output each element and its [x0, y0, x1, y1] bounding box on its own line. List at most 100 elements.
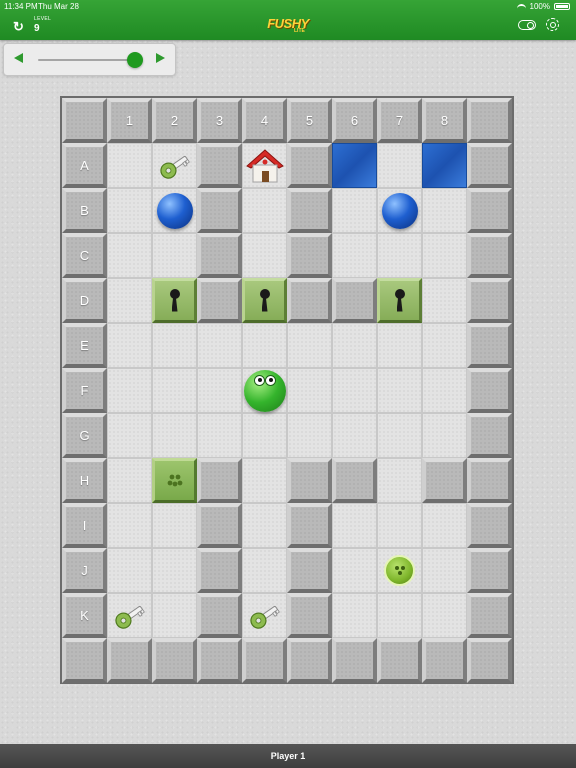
wall-block [467, 323, 512, 368]
enemy-face [394, 565, 406, 577]
slime-dot [175, 474, 180, 479]
row-label: D [79, 293, 90, 308]
green-blob-player[interactable] [243, 369, 286, 412]
left-eye [253, 374, 265, 386]
column-label: 2 [170, 113, 179, 128]
floor-tile [377, 458, 422, 503]
player-piece[interactable] [242, 368, 287, 413]
key-icon [114, 605, 145, 629]
floor-tile [422, 593, 467, 638]
row-label: J [81, 563, 88, 578]
slime-dot [169, 474, 174, 479]
wall-block [467, 638, 512, 683]
floor-tile [152, 593, 197, 638]
floor-tile [377, 593, 422, 638]
wall-block: F [62, 368, 107, 413]
wall-block [287, 458, 332, 503]
wall-block [467, 188, 512, 233]
floor-tile [107, 143, 152, 188]
wall-block [152, 638, 197, 683]
wall-block [62, 98, 107, 143]
wall-block [287, 188, 332, 233]
wall-block [422, 638, 467, 683]
floor-tile [152, 368, 197, 413]
floor-tile [377, 368, 422, 413]
wall-block [467, 593, 512, 638]
water-tile [332, 143, 377, 188]
restart-icon[interactable]: ↻ [13, 19, 24, 35]
wall-block [332, 458, 377, 503]
floor-tile [242, 503, 287, 548]
level-slider-knob[interactable] [126, 52, 143, 68]
wall-block [467, 98, 512, 143]
player-footer: Player 1 [0, 744, 576, 768]
face-dot [395, 566, 399, 570]
wall-block: 1 [107, 98, 152, 143]
row-label: B [80, 203, 89, 218]
wall-block [197, 233, 242, 278]
keyhole-icon [393, 288, 407, 313]
green-slime-enemy [384, 555, 415, 586]
water-tile [422, 143, 467, 188]
floor-tile [152, 503, 197, 548]
wall-block: D [62, 278, 107, 323]
toggle-icon[interactable] [518, 20, 536, 30]
floor-tile [107, 233, 152, 278]
wall-block [467, 368, 512, 413]
wall-block [332, 638, 377, 683]
column-label: 5 [305, 113, 314, 128]
previous-level-arrow-icon[interactable] [14, 53, 23, 63]
wall-block: H [62, 458, 107, 503]
level-number: 9 [34, 23, 40, 34]
floor-tile [332, 503, 377, 548]
home-piece [242, 143, 287, 188]
slime-dot [167, 480, 172, 485]
floor-tile [152, 548, 197, 593]
wall-block: B [62, 188, 107, 233]
floor-tile [287, 323, 332, 368]
floor-tile [107, 503, 152, 548]
wall-block: 3 [197, 98, 242, 143]
status-indicators: 100% [516, 2, 570, 11]
home-exit-icon [245, 148, 284, 182]
floor-tile [422, 548, 467, 593]
column-label: 3 [215, 113, 224, 128]
wall-block: J [62, 548, 107, 593]
row-label: K [80, 608, 89, 623]
level-caption: LEVEL [34, 16, 52, 22]
row-label: E [80, 338, 89, 353]
floor-tile [422, 188, 467, 233]
floor-tile [107, 323, 152, 368]
floor-tile [422, 278, 467, 323]
wall-block [197, 188, 242, 233]
settings-icon[interactable] [546, 18, 559, 31]
row-label: G [79, 428, 90, 443]
floor-tile [107, 458, 152, 503]
floor-tile [422, 368, 467, 413]
top-bar: 11:34 PM Thu Mar 28 100% ↻ LEVEL 9 FUSHY… [0, 0, 576, 40]
floor-tile [197, 413, 242, 458]
ball-piece [377, 188, 422, 233]
wall-block: 7 [377, 98, 422, 143]
enemy-piece [377, 548, 422, 593]
floor-tile [287, 413, 332, 458]
battery-icon [554, 3, 570, 10]
floor-tile [287, 368, 332, 413]
column-label: 7 [395, 113, 404, 128]
wall-block: 5 [287, 98, 332, 143]
level-slider-panel [3, 43, 176, 76]
lock-tile [242, 278, 287, 323]
slime-tile [152, 458, 197, 503]
slime-dot [172, 481, 177, 486]
floor-tile [242, 233, 287, 278]
floor-tile [107, 278, 152, 323]
wall-block [197, 143, 242, 188]
wall-block [197, 593, 242, 638]
floor-tile [107, 548, 152, 593]
level-slider-track[interactable] [38, 52, 143, 68]
floor-tile [332, 548, 377, 593]
wall-block: 6 [332, 98, 377, 143]
next-level-arrow-icon[interactable] [156, 53, 165, 63]
wall-block [197, 278, 242, 323]
blue-ball [381, 192, 418, 229]
